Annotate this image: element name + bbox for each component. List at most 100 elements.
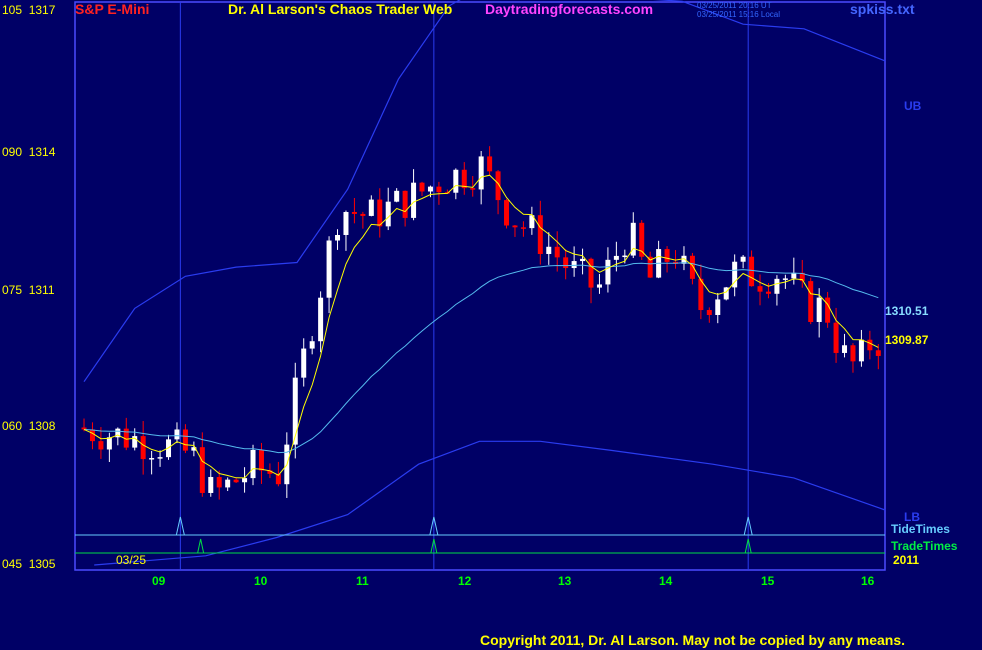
- candle-body: [706, 310, 712, 315]
- copyright-notice: Copyright 2011, Dr. Al Larson. May not b…: [480, 632, 906, 648]
- candle-body: [351, 211, 357, 214]
- candle-body: [326, 240, 332, 298]
- candle-body: [208, 476, 214, 493]
- candle-body: [605, 259, 611, 285]
- slow-ma-last-value: 1310.51: [885, 304, 929, 318]
- candle-body: [867, 339, 873, 351]
- candle-body: [461, 169, 467, 189]
- candle-body: [89, 429, 95, 442]
- candle-body: [182, 429, 188, 451]
- candle-body: [664, 249, 670, 262]
- x-tick-label-12: 12: [458, 574, 472, 588]
- candle-body: [858, 339, 864, 362]
- price-chart: [74, 0, 886, 571]
- x-tick-label-16: 16: [861, 574, 875, 588]
- trade-times-label: TradeTimes: [891, 539, 958, 553]
- candle-body: [470, 188, 476, 190]
- candle-body: [335, 234, 341, 241]
- candle-body: [106, 437, 112, 450]
- candle-body: [419, 182, 425, 192]
- candle-body: [487, 156, 493, 172]
- candle-body: [225, 479, 231, 488]
- fast-ma-last-value: 1309.87: [885, 333, 929, 347]
- candle-body: [580, 258, 586, 262]
- candle-body: [749, 256, 755, 287]
- y-tick-label-1317: 105 1317: [2, 3, 56, 17]
- site-name[interactable]: Daytradingforecasts.com: [485, 1, 653, 17]
- y-tick-label-1314: 090 1314: [2, 145, 56, 159]
- candle-body: [825, 297, 831, 323]
- x-tick-label-13: 13: [558, 574, 572, 588]
- tide-times-label: TideTimes: [891, 522, 950, 536]
- y-tick-label-1308: 060 1308: [2, 419, 56, 433]
- candle-body: [537, 215, 543, 254]
- x-tick-label-11: 11: [356, 574, 369, 588]
- candle-body: [309, 341, 315, 349]
- candle-body: [596, 284, 602, 288]
- y-tick-label-1311: 075 1311: [2, 283, 55, 297]
- candle-body: [757, 286, 763, 292]
- candle-body: [613, 255, 619, 260]
- candle-body: [377, 199, 383, 227]
- candle-body: [512, 225, 518, 228]
- x-tick-label-15: 15: [761, 574, 775, 588]
- candle-body: [808, 281, 814, 322]
- candle-body: [216, 476, 222, 488]
- candle-body: [242, 478, 248, 483]
- symbol-title: S&P E-Mini: [75, 1, 150, 17]
- candle-body: [436, 186, 442, 193]
- candle-body: [174, 429, 180, 440]
- candle-body: [411, 182, 417, 218]
- candle-body: [816, 297, 822, 322]
- plot-frame: [74, 1, 886, 571]
- candle-body: [850, 345, 856, 362]
- candle-body: [140, 436, 146, 460]
- candle-body: [740, 256, 746, 262]
- candle-body: [394, 190, 400, 202]
- candle-body: [715, 299, 721, 315]
- candle-body: [427, 186, 433, 192]
- date-label: 03/25: [116, 553, 147, 567]
- chart-title: Dr. Al Larson's Chaos Trader Web: [228, 1, 453, 17]
- candle-body: [875, 350, 881, 356]
- timestamp-local: 03/25/2011 15:16 Local: [697, 10, 781, 19]
- candle-body: [563, 257, 569, 269]
- candle-body: [343, 211, 349, 235]
- x-tick-label-10: 10: [254, 574, 268, 588]
- candle-body: [402, 190, 408, 218]
- candle-body: [588, 258, 594, 288]
- candle-body: [149, 458, 155, 460]
- year-label: 2011: [893, 553, 920, 567]
- candle-body: [199, 447, 205, 493]
- candle-body: [571, 261, 577, 269]
- candle-body: [368, 199, 374, 216]
- candle-body: [385, 201, 391, 227]
- candle-body: [689, 255, 695, 279]
- candle-body: [546, 246, 552, 254]
- candle-body: [157, 457, 163, 459]
- candle-body: [318, 297, 324, 342]
- y-tick-label-1305: 045 1305: [2, 557, 56, 571]
- x-tick-label-09: 09: [152, 574, 166, 588]
- candle-body: [98, 441, 104, 450]
- ub-label: UB: [904, 99, 922, 113]
- candle-body: [622, 255, 628, 258]
- file-name: spkiss.txt: [850, 1, 915, 17]
- candle-body: [842, 345, 848, 353]
- candle-body: [774, 278, 780, 294]
- candle-body: [833, 322, 839, 353]
- candle-body: [478, 156, 484, 190]
- candle-body: [520, 227, 526, 229]
- candle-body: [554, 246, 560, 258]
- candle-body: [258, 449, 264, 471]
- timestamp-ut: 03/25/2011 20:16 UT: [697, 1, 772, 10]
- candle-body: [782, 278, 788, 280]
- candle-body: [360, 213, 366, 216]
- candle-body: [765, 291, 771, 294]
- candle-body: [453, 169, 459, 193]
- candle-body: [504, 200, 510, 226]
- candle-body: [698, 278, 704, 311]
- candle-body: [301, 348, 307, 378]
- candle-body: [233, 479, 239, 483]
- candle-body: [250, 449, 256, 479]
